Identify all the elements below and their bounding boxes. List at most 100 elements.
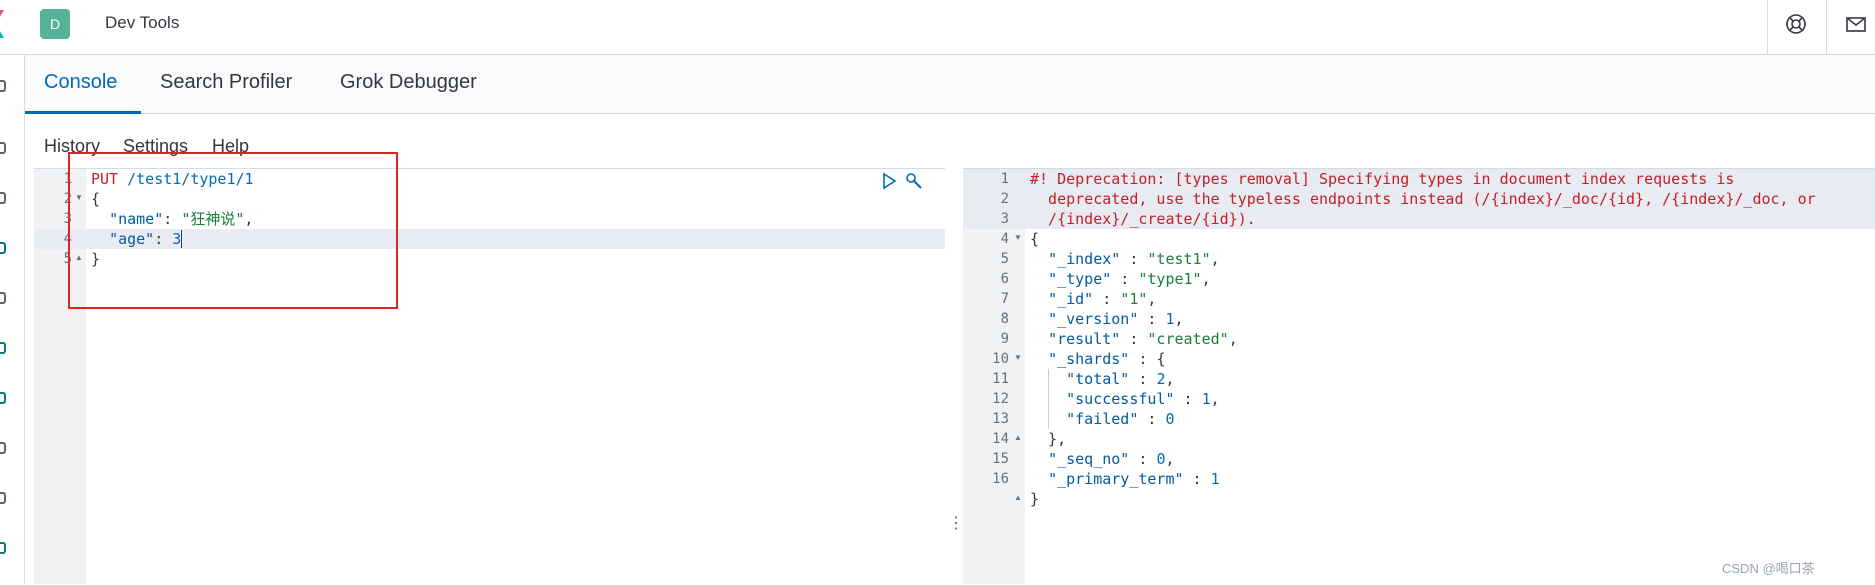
json-key: "_seq_no" [1048, 450, 1130, 468]
nav-icon[interactable] [0, 392, 6, 404]
json-comma: , [1210, 250, 1220, 268]
response-line: "failed" : 0 [1030, 409, 1816, 429]
nav-icon[interactable] [0, 542, 6, 554]
code-punctuation [1030, 350, 1048, 368]
nav-icon[interactable] [0, 492, 6, 504]
response-line: "total" : 2, [1030, 369, 1816, 389]
line-number: 10 [992, 351, 1009, 367]
line-number: 4 [63, 231, 72, 247]
fold-open-icon[interactable]: ▼ [1014, 353, 1022, 362]
json-key: "total" [1066, 370, 1130, 388]
line-number: 2 [1000, 191, 1009, 207]
tab-console[interactable]: Console [44, 71, 117, 94]
line-number: 1 [63, 171, 72, 187]
json-value: 1 [1201, 390, 1211, 408]
line-number: 2 [63, 191, 72, 207]
line-number: 7 [1000, 291, 1009, 307]
response-line: "_type" : "type1", [1030, 269, 1816, 289]
json-value: { [1156, 350, 1166, 368]
line-number: 3 [63, 211, 72, 227]
nav-icon[interactable] [0, 192, 6, 204]
json-comma: , [1210, 390, 1220, 408]
json-key: "_type" [1048, 270, 1112, 288]
page-title: Dev Tools [105, 13, 180, 32]
response-line-numbers: 1 2 3 4 5 6 7 8 9 10 11 12 13 14 15 16 [963, 169, 1009, 489]
line-number: 5 [63, 251, 72, 267]
tab-bar [25, 55, 1875, 114]
response-line [1030, 509, 1816, 529]
json-value: "created" [1147, 330, 1229, 348]
code-punctuation [1030, 370, 1066, 388]
deprecation-warning: deprecated, use the typeless endpoints i… [1030, 190, 1816, 208]
json-value: 0 [1165, 410, 1175, 428]
response-line: "_primary_term" : 1 [1030, 469, 1816, 489]
code-punctuation [1030, 290, 1048, 308]
line-number: 4 [1000, 231, 1009, 247]
play-icon[interactable] [880, 172, 898, 190]
line-number: 9 [1000, 331, 1009, 347]
response-line: "_index" : "test1", [1030, 249, 1816, 269]
mail-icon[interactable] [1844, 12, 1868, 36]
response-line: "_id" : "1", [1030, 289, 1816, 309]
active-tab-indicator [25, 111, 141, 114]
code-punctuation [1030, 250, 1048, 268]
response-line: "_shards" : { [1030, 349, 1816, 369]
side-nav-rail [0, 55, 25, 584]
line-number: 6 [1000, 271, 1009, 287]
top-header [0, 0, 1875, 55]
json-key: "_id" [1048, 290, 1094, 308]
header-divider [1826, 0, 1827, 54]
nav-icon[interactable] [0, 442, 6, 454]
nav-icon[interactable] [0, 80, 6, 92]
line-number: 5 [1000, 251, 1009, 267]
nav-icon[interactable] [0, 342, 6, 354]
nav-icon[interactable] [0, 242, 6, 254]
response-line: } [1030, 489, 1816, 509]
response-line: "result" : "created", [1030, 329, 1816, 349]
wrench-icon[interactable] [905, 172, 923, 190]
json-value: "test1" [1147, 250, 1211, 268]
response-code: #! Deprecation: [types removal] Specifyi… [1030, 169, 1816, 529]
nav-icon[interactable] [0, 142, 6, 154]
line-number: 12 [992, 391, 1009, 407]
fold-close-icon[interactable]: ▲ [1014, 433, 1022, 442]
nav-icon[interactable] [0, 292, 6, 304]
app-badge[interactable]: D [40, 9, 70, 39]
code-punctuation [1030, 410, 1066, 428]
code-punctuation [1030, 270, 1048, 288]
json-comma: , [1174, 310, 1184, 328]
response-line: "_seq_no" : 0, [1030, 449, 1816, 469]
response-line: { [1030, 229, 1816, 249]
json-comma: , [1165, 370, 1175, 388]
fold-close-icon[interactable]: ▲ [1014, 493, 1022, 502]
help-ring-icon[interactable] [1784, 12, 1808, 36]
panel-resizer[interactable]: ⋮ [948, 513, 964, 533]
code-punctuation [1030, 470, 1048, 488]
response-line: }, [1030, 429, 1816, 449]
line-number: 1 [1000, 171, 1009, 187]
line-number: 16 [992, 471, 1009, 487]
line-number: 13 [992, 411, 1009, 427]
request-line-numbers: 1 2 3 4 5 [34, 169, 72, 269]
tab-grok-debugger[interactable]: Grok Debugger [340, 71, 477, 94]
code-punctuation [1030, 450, 1048, 468]
json-key: "result" [1048, 330, 1121, 348]
json-value: "type1" [1138, 270, 1202, 288]
json-comma: , [1147, 290, 1157, 308]
json-value: 1 [1165, 310, 1175, 328]
watermark: CSDN @喝口茶 [1722, 561, 1815, 576]
json-comma: , [1201, 270, 1211, 288]
json-comma: , [1165, 450, 1175, 468]
json-value: 1 [1210, 470, 1220, 488]
json-key: "successful" [1066, 390, 1175, 408]
fold-open-icon[interactable]: ▼ [1014, 233, 1022, 242]
line-number: 15 [992, 451, 1009, 467]
kibana-logo-icon[interactable] [0, 4, 8, 44]
line-number: 3 [1000, 211, 1009, 227]
tab-search-profiler[interactable]: Search Profiler [160, 71, 292, 94]
json-key: "_shards" [1048, 350, 1130, 368]
deprecation-warning: /{index}/_create/{id}). [1030, 210, 1256, 228]
response-line: "_version" : 1, [1030, 309, 1816, 329]
code-punctuation: } [1030, 490, 1040, 508]
json-key: "_primary_term" [1048, 470, 1184, 488]
